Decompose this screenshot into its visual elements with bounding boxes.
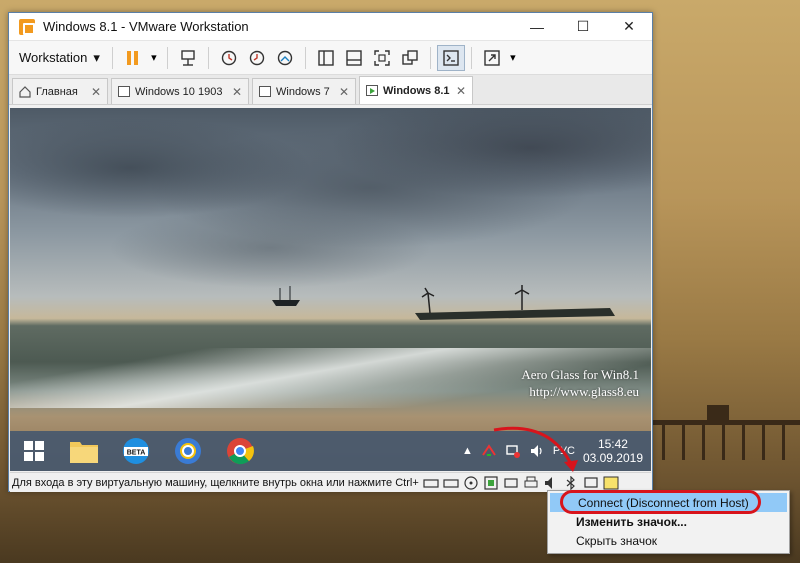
guest-date: 03.09.2019 bbox=[582, 451, 643, 465]
snapshot-manager-icon bbox=[277, 50, 293, 65]
toolbar-separator bbox=[304, 46, 306, 69]
chevron-down-icon: ▾ bbox=[510, 52, 516, 64]
guest-wallpaper-scene bbox=[272, 285, 615, 320]
terminal-icon bbox=[443, 49, 459, 66]
toolbar-separator bbox=[470, 46, 472, 69]
tab-home[interactable]: Главная ✕ bbox=[12, 78, 108, 104]
hard-disk-icon[interactable] bbox=[423, 476, 439, 490]
fullscreen-icon bbox=[374, 49, 390, 66]
guest-chrome-button[interactable] bbox=[214, 431, 266, 471]
toolbar-separator bbox=[166, 46, 168, 69]
vmware-app-icon bbox=[19, 18, 35, 35]
bottom-panel-icon bbox=[346, 49, 362, 66]
chevron-down-icon: ▾ bbox=[93, 49, 100, 65]
vm-tab-strip: Главная ✕ Windows 10 1903 ✕ Windows 7 ✕ … bbox=[9, 75, 652, 105]
minimize-button[interactable]: — bbox=[514, 13, 560, 41]
tab-label: Windows 10 1903 bbox=[135, 85, 223, 98]
workstation-menu[interactable]: Workstation ▾ bbox=[13, 45, 106, 71]
guest-time: 15:42 bbox=[597, 437, 628, 451]
second-disk-icon[interactable] bbox=[443, 476, 459, 490]
close-button[interactable]: ✕ bbox=[606, 13, 652, 41]
desktop-pier bbox=[652, 405, 800, 460]
folder-icon bbox=[70, 442, 98, 463]
home-icon bbox=[19, 85, 31, 98]
show-library-button[interactable] bbox=[312, 45, 340, 71]
snapshot-manager-button[interactable] bbox=[271, 45, 299, 71]
cd-drive-icon[interactable] bbox=[463, 475, 479, 490]
stretch-guest-button[interactable] bbox=[478, 45, 506, 71]
beta-label: BETA bbox=[127, 450, 146, 457]
status-message: Для входа в эту виртуальную машину, щелк… bbox=[12, 476, 419, 489]
chrome-icon bbox=[227, 438, 254, 465]
tab-label: Windows 7 bbox=[276, 85, 330, 98]
workstation-menu-label: Workstation bbox=[19, 50, 88, 65]
tray-expand-icon[interactable]: ▲ bbox=[462, 445, 473, 457]
beta-badge-icon: BETA bbox=[123, 438, 149, 464]
pause-button[interactable] bbox=[119, 45, 147, 71]
toolbar-separator bbox=[207, 46, 209, 69]
unity-button[interactable] bbox=[396, 45, 424, 71]
toolbar-separator bbox=[429, 46, 431, 69]
close-tab-icon[interactable]: ✕ bbox=[91, 85, 101, 99]
watermark-line-2: http://www.glass8.eu bbox=[529, 384, 639, 399]
tab-label: Главная bbox=[36, 85, 78, 98]
watermark-line-1: Aero Glass for Win8.1 bbox=[521, 367, 639, 382]
console-view-button[interactable] bbox=[436, 44, 465, 71]
close-tab-icon[interactable]: ✕ bbox=[456, 84, 466, 98]
sidebar-layout-icon bbox=[318, 49, 334, 66]
toolbar: Workstation ▾ ▾ ▾ bbox=[9, 41, 652, 75]
vm-icon bbox=[118, 86, 130, 97]
chevron-down-icon: ▾ bbox=[151, 52, 157, 64]
pause-icon bbox=[126, 50, 138, 65]
running-vm-icon bbox=[366, 84, 378, 96]
annotation-highlight-ring bbox=[560, 490, 761, 514]
network-send-icon bbox=[181, 49, 195, 66]
close-tab-icon[interactable]: ✕ bbox=[232, 85, 242, 99]
guest-explorer-button[interactable] bbox=[58, 431, 110, 471]
resize-arrows-icon bbox=[484, 49, 500, 66]
full-screen-button[interactable] bbox=[368, 45, 396, 71]
maximize-button[interactable]: ☐ bbox=[560, 13, 606, 41]
chrome-blue-icon bbox=[175, 438, 201, 464]
annotation-arrow bbox=[493, 426, 578, 472]
guest-clock[interactable]: 15:42 03.09.2019 bbox=[583, 437, 643, 465]
toolbar-separator bbox=[111, 46, 113, 69]
window-title: Windows 8.1 - VMware Workstation bbox=[43, 19, 249, 34]
title-bar[interactable]: Windows 8.1 - VMware Workstation — ☐ ✕ bbox=[9, 13, 652, 41]
send-ctrl-alt-del-button[interactable] bbox=[174, 45, 202, 71]
revert-clock-icon bbox=[249, 50, 265, 65]
aero-glass-watermark: Aero Glass for Win8.1 http://www.glass8.… bbox=[521, 366, 639, 400]
guest-beta-app-button[interactable]: BETA bbox=[110, 431, 162, 471]
tab-windows-7[interactable]: Windows 7 ✕ bbox=[252, 78, 356, 104]
guest-start-button[interactable] bbox=[10, 431, 58, 471]
revert-snapshot-button[interactable] bbox=[243, 45, 271, 71]
snapshot-button[interactable] bbox=[215, 45, 243, 71]
power-dropdown-button[interactable]: ▾ bbox=[147, 45, 161, 71]
vm-icon bbox=[259, 86, 271, 97]
hide-icon-menu-item[interactable]: Скрыть значок bbox=[548, 531, 789, 550]
close-tab-icon[interactable]: ✕ bbox=[339, 85, 349, 99]
stretch-dropdown-button[interactable]: ▾ bbox=[506, 45, 520, 71]
show-thumbnail-bar-button[interactable] bbox=[340, 45, 368, 71]
unity-windows-icon bbox=[402, 49, 418, 65]
tab-windows-8-1[interactable]: Windows 8.1 ✕ bbox=[359, 76, 473, 104]
message-log-icon[interactable] bbox=[603, 476, 619, 490]
guest-display[interactable]: Aero Glass for Win8.1 http://www.glass8.… bbox=[10, 108, 651, 471]
snapshot-clock-icon bbox=[221, 50, 237, 65]
tab-windows-10-1903[interactable]: Windows 10 1903 ✕ bbox=[111, 78, 249, 104]
guest-chrome-canary-button[interactable] bbox=[162, 431, 214, 471]
windows-logo-icon bbox=[24, 441, 44, 461]
tab-label: Windows 8.1 bbox=[383, 84, 450, 97]
change-icon-menu-item[interactable]: Изменить значок... bbox=[548, 512, 789, 531]
